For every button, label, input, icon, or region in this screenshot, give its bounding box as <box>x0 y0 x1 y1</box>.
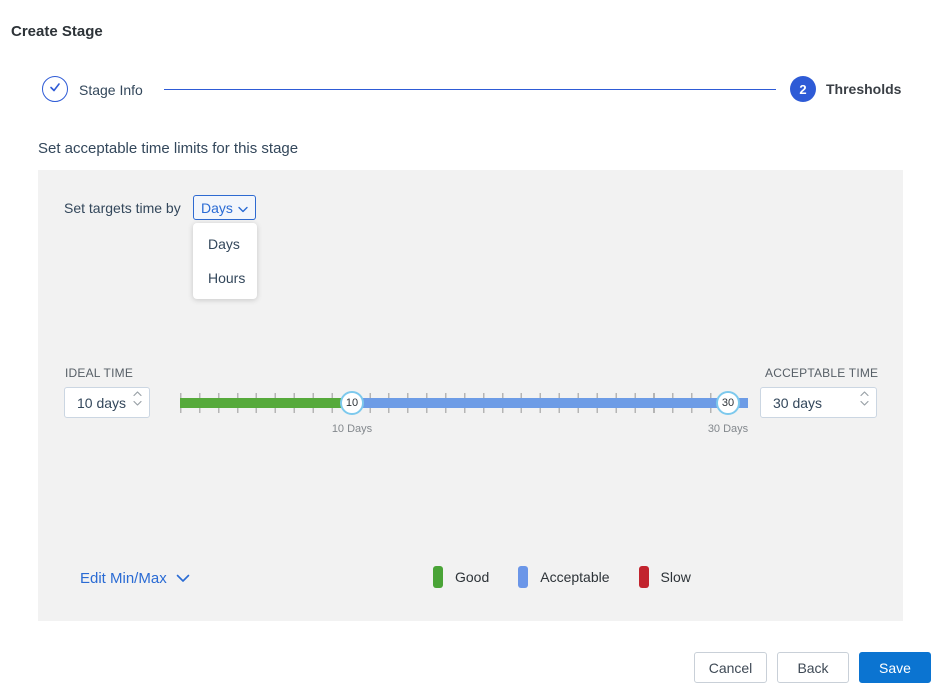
legend: Good Acceptable Slow <box>433 566 691 588</box>
step-2-indicator[interactable]: 2 <box>790 76 816 102</box>
time-range-slider: 10 30 10 Days 30 Days <box>180 392 748 438</box>
unit-dropdown-value: Days <box>201 200 233 216</box>
stepper-down-icon <box>860 400 869 406</box>
dropdown-option-hours[interactable]: Hours <box>193 261 257 295</box>
legend-item-slow: Slow <box>639 566 691 588</box>
unit-dropdown-menu: Days Hours <box>193 223 257 299</box>
chevron-down-icon <box>238 200 248 216</box>
chevron-down-icon <box>176 570 190 587</box>
legend-label: Slow <box>661 569 691 585</box>
edit-minmax-link[interactable]: Edit Min/Max <box>80 570 190 587</box>
section-heading: Set acceptable time limits for this stag… <box>38 140 298 157</box>
acceptable-time-value[interactable] <box>761 395 876 411</box>
acceptable-time-label: ACCEPTABLE TIME <box>765 366 878 380</box>
acceptable-swatch <box>518 566 528 588</box>
slider-min-label: 10 Days <box>317 423 387 435</box>
slider-track-good <box>180 398 352 408</box>
page-title: Create Stage <box>11 23 103 40</box>
stepper-up-icon <box>133 391 142 397</box>
targets-time-label: Set targets time by <box>64 200 181 216</box>
check-icon <box>48 80 62 99</box>
legend-item-good: Good <box>433 566 489 588</box>
legend-label: Acceptable <box>540 569 609 585</box>
ideal-time-input[interactable] <box>64 387 150 418</box>
cancel-button[interactable]: Cancel <box>694 652 767 683</box>
step-2-label: Thresholds <box>826 81 901 97</box>
good-swatch <box>433 566 443 588</box>
step-1-indicator[interactable] <box>42 76 68 102</box>
save-button[interactable]: Save <box>859 652 931 683</box>
unit-dropdown[interactable]: Days <box>193 195 256 220</box>
slider-max-handle[interactable]: 30 <box>716 391 740 415</box>
slider-track[interactable] <box>180 398 748 408</box>
stepper-down-icon <box>133 400 142 406</box>
acceptable-time-input[interactable] <box>760 387 877 418</box>
ideal-time-label: IDEAL TIME <box>65 366 133 380</box>
stepper-up-icon <box>860 391 869 397</box>
ideal-time-stepper[interactable] <box>133 391 142 406</box>
step-2-number: 2 <box>799 82 806 97</box>
dialog-footer: Cancel Back Save <box>694 652 931 683</box>
stepper-connector-line <box>164 89 776 90</box>
back-button[interactable]: Back <box>777 652 849 683</box>
legend-label: Good <box>455 569 489 585</box>
create-stage-dialog: Create Stage Stage Info 2 Thresholds Set… <box>0 0 946 699</box>
slider-min-handle[interactable]: 10 <box>340 391 364 415</box>
edit-minmax-label: Edit Min/Max <box>80 570 167 587</box>
slider-max-label: 30 Days <box>693 423 763 435</box>
dropdown-option-days[interactable]: Days <box>193 227 257 261</box>
thresholds-panel: Set targets time by Days Days Hours IDEA… <box>38 170 903 621</box>
slider-track-acceptable <box>352 398 748 408</box>
step-1-label: Stage Info <box>79 82 143 98</box>
acceptable-time-stepper[interactable] <box>860 391 869 406</box>
legend-item-acceptable: Acceptable <box>518 566 609 588</box>
slow-swatch <box>639 566 649 588</box>
